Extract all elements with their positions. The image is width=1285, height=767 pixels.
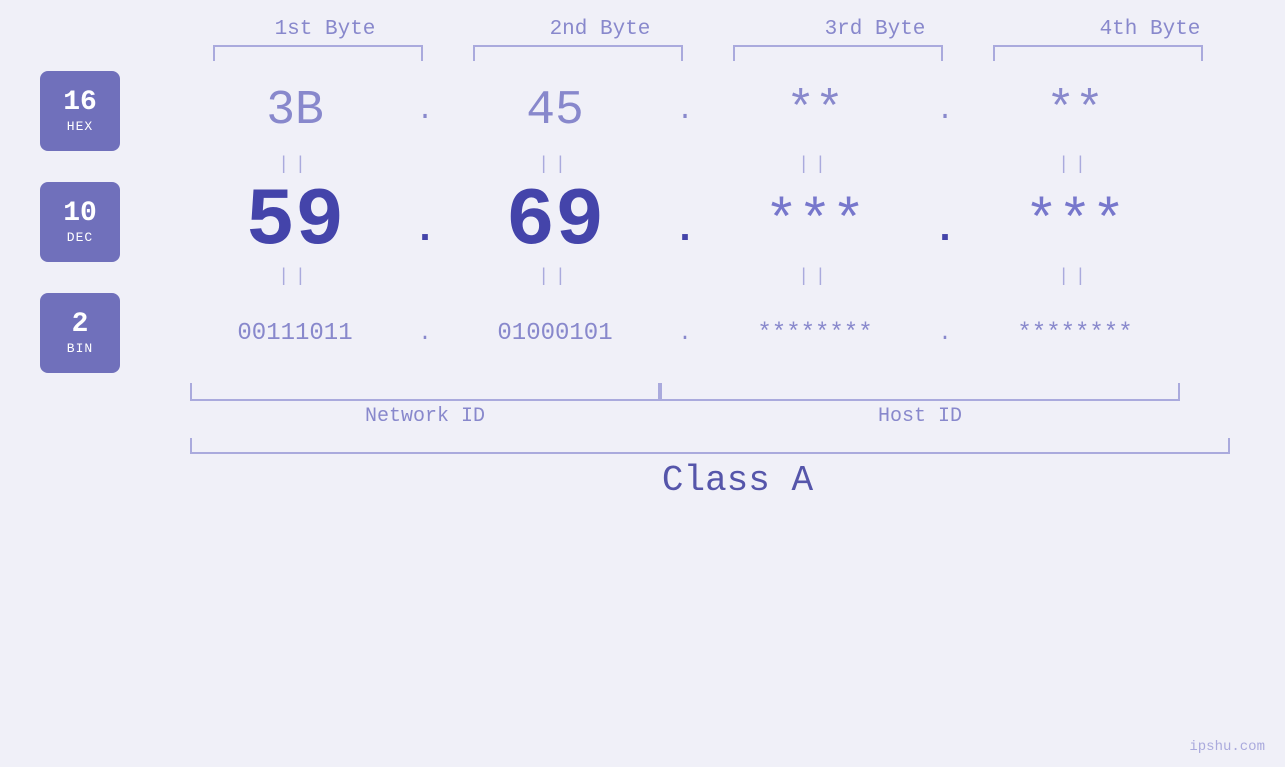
double-bar-1: || || || || <box>0 155 1285 175</box>
dec-badge: 10 DEC <box>40 182 120 262</box>
hex-sep2: . <box>677 96 694 127</box>
bin-sep2: . <box>678 321 691 346</box>
hex-sep3: . <box>937 96 954 127</box>
byte1-label: 1st Byte <box>213 18 438 41</box>
dec-sep2: . <box>673 208 697 253</box>
class-label: Class A <box>662 460 813 501</box>
class-label-row: Class A <box>0 460 1285 501</box>
dec-row: 10 DEC 59 . 69 . *** . *** <box>0 181 1285 263</box>
dec-b4: *** <box>1025 190 1126 254</box>
segment-labels-row: Network ID Host ID <box>0 405 1285 428</box>
bottom-bracket-row <box>0 383 1285 401</box>
bin-sep3: . <box>938 321 951 346</box>
hex-b2: 45 <box>526 84 584 138</box>
byte2-label: 2nd Byte <box>488 18 713 41</box>
bracket-class <box>190 438 1230 454</box>
dec-sep1: . <box>413 208 437 253</box>
bracket-byte4 <box>993 45 1203 61</box>
host-id-label: Host ID <box>878 405 962 428</box>
class-bracket-row <box>0 438 1285 454</box>
watermark: ipshu.com <box>1189 739 1265 755</box>
bin-b1: 00111011 <box>237 320 352 347</box>
bin-b4: ******** <box>1017 320 1132 347</box>
hex-sep1: . <box>417 96 434 127</box>
bin-row: 2 BIN 00111011 . 01000101 . ******** . *… <box>0 293 1285 373</box>
bin-badge: 2 BIN <box>40 293 120 373</box>
byte4-label: 4th Byte <box>1038 18 1263 41</box>
bin-b2: 01000101 <box>497 320 612 347</box>
hex-row: 16 HEX 3B . 45 . ** . ** <box>0 71 1285 151</box>
bracket-network <box>190 383 660 401</box>
hex-b3: ** <box>786 84 844 138</box>
byte3-label: 3rd Byte <box>763 18 988 41</box>
dec-sep3: . <box>933 208 957 253</box>
main-container: 1st Byte 2nd Byte 3rd Byte 4th Byte 16 H… <box>0 0 1285 767</box>
bracket-byte1 <box>213 45 423 61</box>
bracket-host <box>660 383 1180 401</box>
double-bar-2: || || || || <box>0 267 1285 287</box>
dec-b1: 59 <box>246 175 344 268</box>
bin-b3: ******** <box>757 320 872 347</box>
network-id-label: Network ID <box>365 405 485 428</box>
bin-sep1: . <box>418 321 431 346</box>
dec-b2: 69 <box>506 175 604 268</box>
bracket-byte3 <box>733 45 943 61</box>
hex-b4: ** <box>1046 84 1104 138</box>
hex-badge: 16 HEX <box>40 71 120 151</box>
bracket-byte2 <box>473 45 683 61</box>
hex-b1: 3B <box>266 84 324 138</box>
dec-b3: *** <box>765 190 866 254</box>
